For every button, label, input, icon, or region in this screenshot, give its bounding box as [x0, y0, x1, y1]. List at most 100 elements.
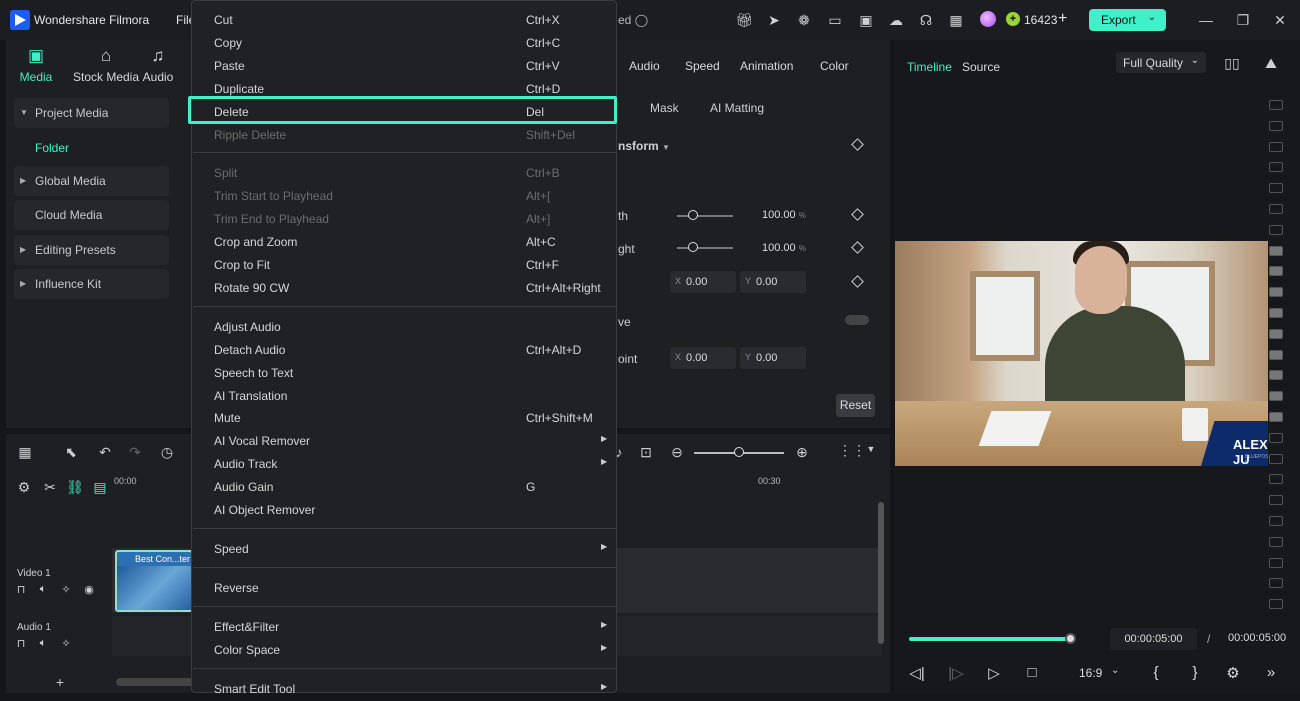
keyframe-icon[interactable]	[851, 241, 864, 254]
volume-icon[interactable]: 🔈︎	[33, 583, 53, 596]
menu-item-detach-audio[interactable]: Detach Audio Ctrl+Alt+D	[192, 339, 616, 362]
subtab-mask[interactable]: Mask	[650, 101, 679, 115]
menu-item-effect-filter[interactable]: Effect&Filter ▶	[192, 616, 616, 639]
menu-item-audio-track[interactable]: Audio Track ▶	[192, 453, 616, 476]
menu-item-speed[interactable]: Speed ▶	[192, 538, 616, 561]
menu-item-ai-translation[interactable]: AI Translation	[192, 385, 616, 408]
undo-icon[interactable]: ↶	[95, 444, 115, 461]
redo-icon[interactable]: ↷	[125, 444, 145, 461]
columns-icon[interactable]: ⋮⋮	[838, 442, 866, 459]
avatar[interactable]	[980, 11, 996, 27]
menu-item-ai-object-remover[interactable]: AI Object Remover	[192, 499, 616, 522]
playback-progress[interactable]	[909, 637, 1071, 641]
width-value[interactable]: 100.00 %	[762, 209, 806, 221]
fit-icon[interactable]: ⊡	[636, 444, 656, 461]
height-slider-handle[interactable]	[688, 242, 698, 252]
quality-select[interactable]: Full Quality ⌄	[1116, 52, 1206, 73]
credits-widget[interactable]: + 16423 +	[978, 9, 1074, 31]
menu-item-cut[interactable]: Cut Ctrl+X	[192, 9, 616, 32]
menu-item-trim-end-to-playhead[interactable]: Trim End to Playhead Alt+]	[192, 208, 616, 231]
current-time[interactable]: 00:00:05:00	[1110, 628, 1197, 650]
layout-icon[interactable]: ▭	[826, 11, 844, 29]
close-icon[interactable]: ✕	[1270, 10, 1290, 30]
video-preview[interactable]: ALEX JU BLUEPOST D	[895, 241, 1268, 466]
volume-icon[interactable]: 🔈︎	[33, 637, 53, 650]
tab-stock-media[interactable]: ⌂ Stock Media	[64, 46, 148, 84]
transform-section-title[interactable]: nsform ▼	[618, 139, 670, 153]
lock-icon[interactable]: ⊓	[11, 637, 31, 650]
snapshot-icon[interactable]: ⛰	[1262, 54, 1280, 72]
subtab-ai-matting[interactable]: AI Matting	[710, 101, 764, 115]
caret-down-icon[interactable]: ▼	[861, 444, 881, 454]
vertical-scrollbar[interactable]	[878, 502, 884, 644]
keyframe-icon[interactable]	[851, 208, 864, 221]
tab-timeline[interactable]: Timeline	[907, 60, 952, 74]
menu-item-split[interactable]: Split Ctrl+B	[192, 162, 616, 185]
more-icon[interactable]: »	[1261, 664, 1281, 681]
playhead-handle[interactable]	[1065, 633, 1076, 644]
menu-item-smart-edit-tool[interactable]: Smart Edit Tool ▶	[192, 678, 616, 701]
zoom-out-icon[interactable]: ⊖	[667, 444, 687, 461]
tab-media[interactable]: ▣ Media	[16, 46, 56, 84]
sidebar-item-global-media[interactable]: ▶ Global Media	[14, 166, 169, 196]
anchor-y-field[interactable]: Y 0.00	[740, 347, 806, 369]
link-icon[interactable]: ⛓	[65, 479, 85, 496]
zoom-slider-handle[interactable]	[734, 447, 744, 457]
export-button[interactable]: Export ⌄	[1089, 9, 1166, 31]
track-manager-icon[interactable]: ▤	[90, 479, 110, 496]
height-value[interactable]: 100.00 %	[762, 242, 806, 254]
sidebar-item-cloud-media[interactable]: Cloud Media	[14, 200, 169, 230]
tab-color[interactable]: Color	[820, 59, 849, 73]
tab-animation[interactable]: Animation	[740, 59, 793, 73]
tab-audio[interactable]: ♫ Audio	[140, 46, 176, 84]
compare-view-icon[interactable]: ▯▯	[1223, 54, 1241, 72]
menu-item-crop-and-zoom[interactable]: Crop and Zoom Alt+C	[192, 231, 616, 254]
tab-audio-props[interactable]: Audio	[629, 59, 660, 73]
settings-icon[interactable]: ⚙	[14, 479, 34, 496]
reset-button[interactable]: Reset	[836, 394, 875, 417]
gift-icon[interactable]: 🎁︎	[735, 11, 753, 29]
save-icon[interactable]: ▣	[857, 11, 875, 29]
grid-icon[interactable]: ▦	[947, 11, 965, 29]
next-frame-icon[interactable]: |▷	[946, 664, 966, 682]
keyframe-icon[interactable]	[851, 138, 864, 151]
menu-item-rotate-90-cw[interactable]: Rotate 90 CW Ctrl+Alt+Right	[192, 277, 616, 300]
video-clip[interactable]: Best Con...ter	[115, 550, 193, 612]
menu-item-mute[interactable]: Mute Ctrl+Shift+M	[192, 407, 616, 430]
width-slider-handle[interactable]	[688, 210, 698, 220]
select-tool-icon[interactable]: ⬉	[61, 444, 81, 461]
menu-item-speech-to-text[interactable]: Speech to Text	[192, 362, 616, 385]
previous-frame-icon[interactable]: ◁|	[907, 664, 927, 682]
effect-icon[interactable]: ✧	[56, 637, 76, 650]
menu-item-color-space[interactable]: Color Space ▶	[192, 639, 616, 662]
aspect-ratio-select[interactable]: 16:9 ⌄	[1071, 662, 1129, 684]
layout-grid-icon[interactable]: ▦	[15, 444, 35, 461]
menu-item-paste[interactable]: Paste Ctrl+V	[192, 55, 616, 78]
position-y-field[interactable]: Y 0.00	[740, 271, 806, 293]
minimize-icon[interactable]: —	[1196, 10, 1216, 30]
settings-icon[interactable]: ⚙	[1223, 664, 1243, 682]
menu-item-audio-gain[interactable]: Audio Gain G	[192, 476, 616, 499]
community-icon[interactable]: ❁	[795, 11, 813, 29]
effect-icon[interactable]: ✧	[56, 583, 76, 596]
sidebar-item-editing-presets[interactable]: ▶ Editing Presets	[14, 235, 169, 265]
horizontal-scrollbar[interactable]	[116, 678, 196, 686]
menu-item-trim-start-to-playhead[interactable]: Trim Start to Playhead Alt+[	[192, 185, 616, 208]
menu-item-adjust-audio[interactable]: Adjust Audio	[192, 316, 616, 339]
keyframe-icon[interactable]	[851, 275, 864, 288]
menu-item-reverse[interactable]: Reverse	[192, 577, 616, 600]
chevron-down-icon[interactable]: ⌄	[1148, 12, 1156, 23]
cloud-icon[interactable]: ☁	[887, 11, 905, 29]
tab-source[interactable]: Source	[962, 60, 1000, 74]
speed-icon[interactable]: ◷	[157, 444, 177, 461]
share-icon[interactable]: ➤	[765, 11, 783, 29]
mark-out-icon[interactable]: }	[1185, 664, 1205, 681]
menu-item-crop-to-fit[interactable]: Crop to Fit Ctrl+F	[192, 254, 616, 277]
tab-speed[interactable]: Speed	[685, 59, 720, 73]
stop-icon[interactable]: □	[1022, 664, 1042, 681]
lock-icon[interactable]: ⊓	[11, 583, 31, 596]
toggle-switch[interactable]	[845, 315, 869, 325]
add-credits-icon[interactable]: +	[1058, 10, 1067, 28]
menu-item-ripple-delete[interactable]: Ripple Delete Shift+Del	[192, 124, 616, 147]
eye-icon[interactable]: ◉	[79, 583, 99, 596]
